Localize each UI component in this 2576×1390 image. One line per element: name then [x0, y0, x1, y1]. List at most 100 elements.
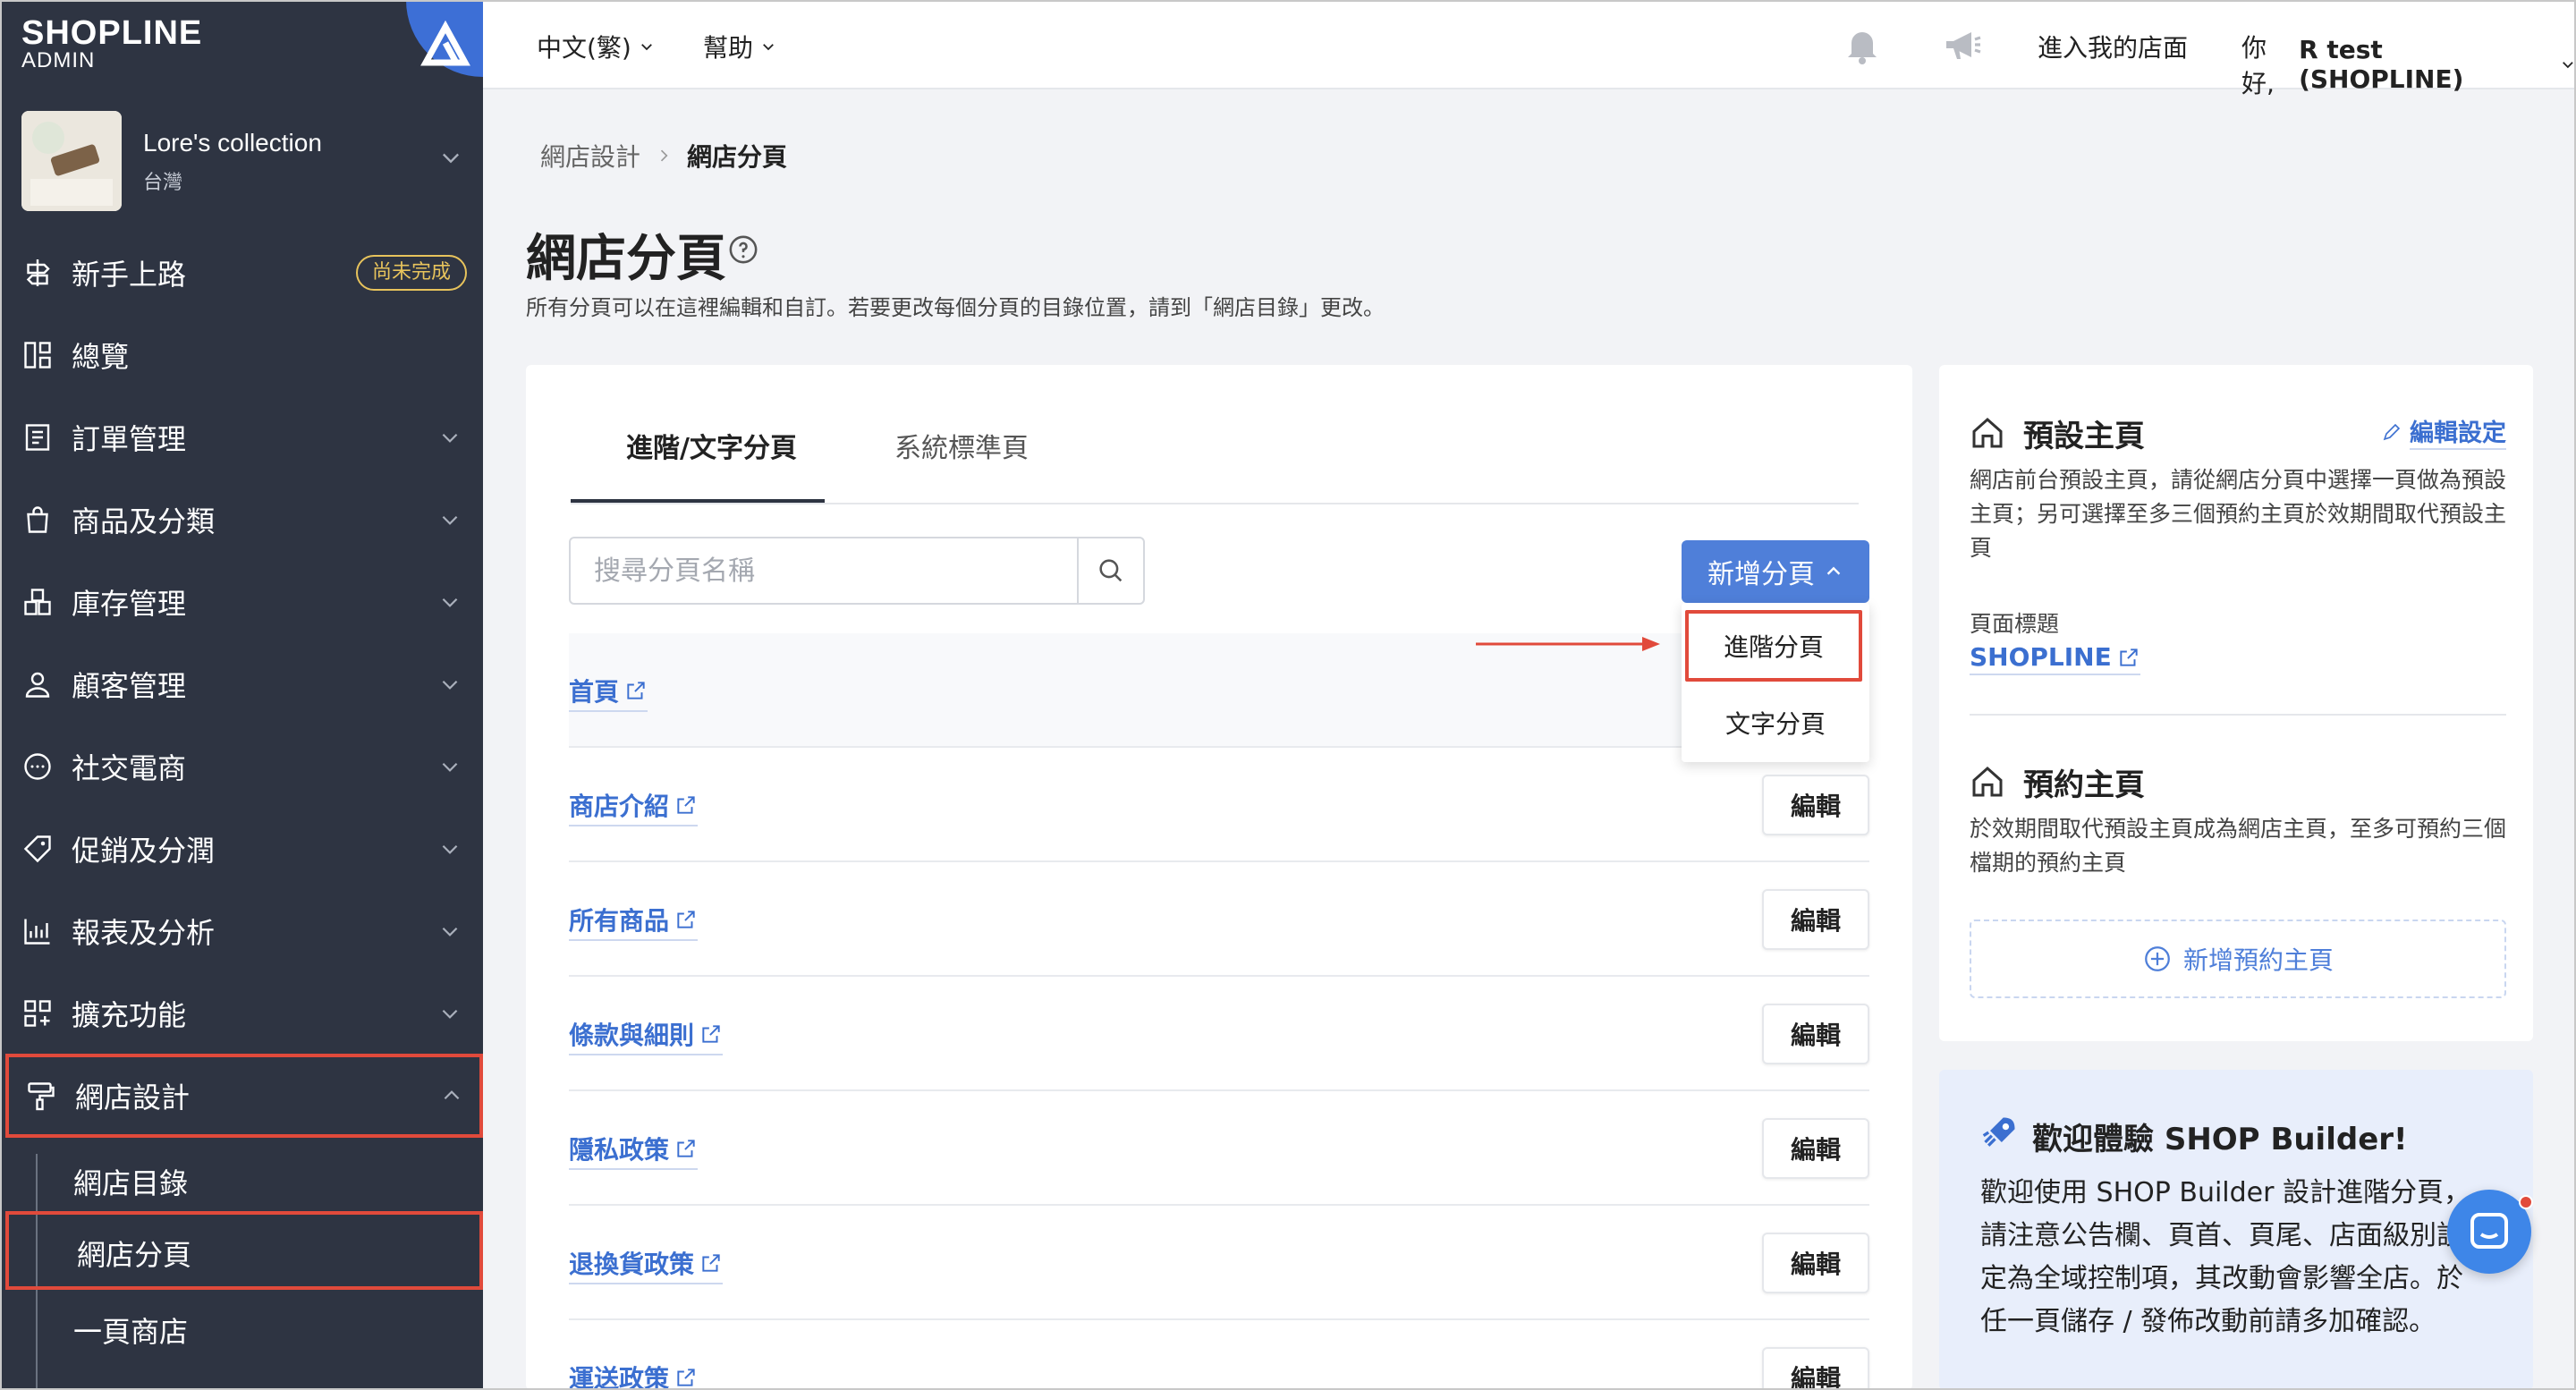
top-bar: 中文(繁) 幫助 進入我的店面 你好, R test (SHOPLINE) [483, 0, 2576, 98]
add-page-dropdown: 進階分頁 文字分頁 [1682, 603, 1869, 762]
pages-panel: 進階/文字分頁 系統標準頁 新增分頁 首頁 商店介紹 編輯 所有商品 編輯 [526, 365, 1912, 1390]
chevron-right-icon [660, 149, 668, 162]
external-link-icon [627, 682, 645, 699]
chevron-down-icon [442, 515, 458, 525]
sidebar-item-orders[interactable]: 訂單管理 [0, 399, 483, 476]
sidebar-item-social-commerce[interactable]: 社交電商 [0, 728, 483, 805]
page-name: 隱私政策 [569, 1135, 670, 1165]
page-link[interactable]: 隱私政策 [569, 1131, 699, 1170]
search-input[interactable] [571, 538, 1080, 603]
edit-button[interactable]: 編輯 [1762, 775, 1869, 835]
signpost-icon [26, 259, 50, 286]
search-button[interactable] [1077, 538, 1143, 603]
welcome-text: 歡迎使用 SHOP Builder 設計進階分頁，請注意公告欄、頁首、頁尾、店面… [1980, 1177, 2471, 1337]
default-home-page-link[interactable]: SHOPLINE [1970, 642, 2140, 675]
pencil-icon [2383, 423, 2401, 440]
search-icon [1099, 559, 1123, 582]
sidebar-item-getting-started[interactable]: 新手上路 尚未完成 [0, 234, 483, 311]
edit-button[interactable]: 編輯 [1762, 1118, 1869, 1179]
sidebar-item-label: 報表及分析 [72, 916, 216, 950]
bell-icon[interactable] [1841, 23, 1884, 66]
page-link[interactable]: 所有商品 [569, 902, 699, 941]
visit-store-link[interactable]: 進入我的店面 [2038, 29, 2188, 64]
sidebar-subitem-one-page-store[interactable]: 一頁商店 [0, 1290, 483, 1365]
dropdown-item-advanced-page[interactable]: 進階分頁 [1685, 610, 1862, 682]
sidebar-item-store-design[interactable]: 網店設計 [5, 1054, 483, 1138]
sidebar-item-inventory[interactable]: 庫存管理 [0, 564, 483, 640]
external-link-icon [677, 1140, 695, 1157]
tab-advanced-text-pages[interactable]: 進階/文字分頁 [626, 426, 797, 465]
sidebar-item-products[interactable]: 商品及分類 [0, 481, 483, 558]
sidebar: SHOPLINE ADMIN Lore's collection 台灣 新手上路… [0, 0, 483, 1390]
edit-button[interactable]: 編輯 [1762, 1004, 1869, 1064]
sidebar-item-label: 網店設計 [75, 1081, 191, 1115]
default-home-description: 網店前台預設主頁，請從網店分頁中選擇一頁做為預設主頁；另可選擇至多三個預約主頁於… [1970, 467, 2507, 561]
sidebar-item-label: 商品及分類 [72, 504, 216, 538]
external-link-icon [677, 1369, 695, 1386]
user-menu[interactable]: 你好, R test (SHOPLINE) [2241, 29, 2576, 100]
chat-icon [24, 753, 51, 780]
sidebar-item-promotions[interactable]: 促銷及分潤 [0, 810, 483, 887]
breadcrumb-parent[interactable]: 網店設計 [540, 138, 640, 174]
page-link[interactable]: 退換貨政策 [569, 1245, 724, 1284]
chevron-down-icon [442, 680, 458, 690]
sidebar-item-apps[interactable]: 擴充功能 [0, 975, 483, 1052]
page-link[interactable]: 首頁 [569, 673, 648, 712]
help-menu[interactable]: 幫助 [703, 29, 776, 64]
help-circle-icon[interactable] [728, 234, 758, 265]
sidebar-subitem-label: 網店分頁 [77, 1238, 192, 1272]
edit-button[interactable]: 編輯 [1762, 1347, 1869, 1390]
dropdown-item-text-page[interactable]: 文字分頁 [1682, 687, 1869, 759]
breadcrumb-current: 網店分頁 [687, 142, 788, 172]
page-name: 首頁 [569, 677, 620, 707]
chevron-down-icon [442, 844, 458, 854]
page-link[interactable]: 運送政策 [569, 1360, 698, 1390]
table-row: 條款與細則 編輯 [569, 977, 1869, 1091]
store-thumbnail [21, 111, 122, 211]
sidebar-subitem-store-menu[interactable]: 網店目錄 [0, 1141, 483, 1216]
page-title-label: 頁面標題 [1970, 611, 2060, 637]
sidebar-item-overview[interactable]: 總覽 [0, 317, 483, 394]
logo-area[interactable]: SHOPLINE ADMIN [0, 0, 483, 88]
chevron-up-icon [1826, 566, 1841, 575]
sidebar-item-label: 庫存管理 [72, 587, 187, 621]
brand-sub: ADMIN [21, 48, 96, 72]
rocket-icon [1982, 1117, 2015, 1147]
report-icon [24, 919, 50, 945]
page-link[interactable]: 條款與細則 [569, 1016, 724, 1055]
chevron-down-icon [763, 44, 774, 51]
sidebar-item-reports[interactable]: 報表及分析 [0, 893, 483, 970]
add-scheduled-home-button[interactable]: 新增預約主頁 [1970, 920, 2506, 998]
edit-button[interactable]: 編輯 [1762, 889, 1869, 950]
welcome-panel: 歡迎體驗 SHOP Builder! 歡迎使用 SHOP Builder 設計進… [1939, 1070, 2533, 1390]
page-link[interactable]: 商店介紹 [569, 787, 699, 826]
add-page-label: 新增分頁 [1707, 559, 1815, 590]
logo-corner-icon [406, 0, 483, 77]
annotation-arrow [1476, 637, 1660, 651]
table-row: 首頁 [569, 633, 1869, 748]
greeting-label: 你好, [2241, 33, 2275, 98]
bag-icon [27, 506, 48, 533]
scheduled-home-title: 預約主頁 [2023, 767, 2145, 803]
sidebar-subitem-store-pages[interactable]: 網店分頁 [5, 1211, 483, 1290]
page-name: 條款與細則 [569, 1021, 695, 1050]
edit-button[interactable]: 編輯 [1762, 1233, 1869, 1293]
chevron-down-icon [442, 1009, 458, 1019]
megaphone-icon[interactable] [1941, 23, 1984, 66]
sidebar-item-label: 擴充功能 [72, 998, 187, 1032]
add-page-button[interactable]: 新增分頁 [1682, 540, 1869, 603]
store-switcher[interactable]: Lore's collection 台灣 [21, 111, 469, 211]
apps-icon [24, 1000, 51, 1027]
language-selector[interactable]: 中文(繁) [537, 29, 655, 64]
sidebar-item-customers[interactable]: 顧客管理 [0, 646, 483, 723]
home-icon [1972, 766, 2003, 797]
welcome-title: 歡迎體驗 SHOP Builder! [2032, 1122, 2408, 1157]
edit-settings-link[interactable]: 編輯設定 [2381, 413, 2506, 450]
brand-logo: SHOPLINE [21, 14, 203, 52]
page-name: 商店介紹 [569, 792, 670, 821]
table-row: 運送政策 編輯 [569, 1320, 1869, 1390]
inventory-icon [24, 589, 51, 615]
order-icon [25, 424, 50, 451]
sidebar-item-label: 新手上路 [72, 258, 187, 292]
tab-system-pages[interactable]: 系統標準頁 [894, 426, 1029, 465]
